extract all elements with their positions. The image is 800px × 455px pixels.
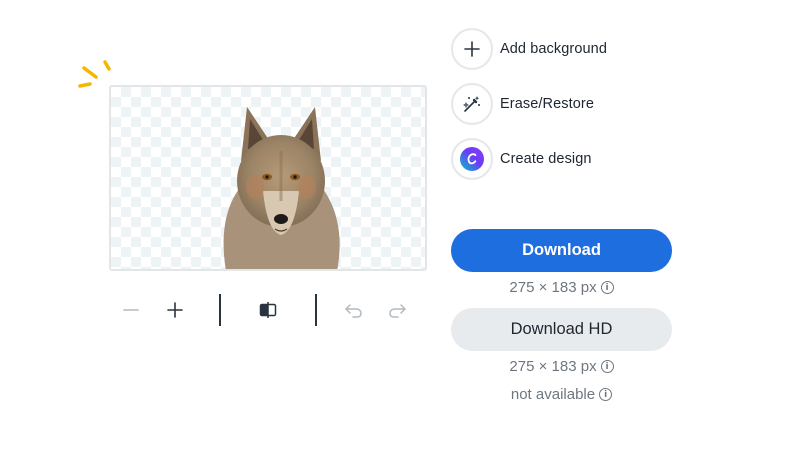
- create-design-label: Create design: [500, 151, 592, 167]
- undo-icon: [345, 304, 362, 318]
- info-icon[interactable]: i: [599, 388, 613, 401]
- download-hd-availability: not available i: [451, 386, 672, 403]
- sparkle-decoration-icon: [78, 60, 111, 88]
- plus-icon: [464, 41, 480, 57]
- image-preview: [109, 85, 427, 271]
- zoom-out-button[interactable]: [116, 295, 146, 325]
- info-icon[interactable]: i: [600, 281, 614, 294]
- magic-wand-icon: [462, 96, 480, 112]
- preview-toolbar: [116, 292, 416, 328]
- add-background-label: Add background: [500, 41, 608, 57]
- redo-icon: [389, 304, 406, 318]
- redo-button[interactable]: [382, 295, 412, 325]
- download-hd-size-text: 275 × 183 px: [509, 358, 597, 375]
- erase-restore-icon-button[interactable]: [451, 83, 493, 125]
- download-size-text: 275 × 183 px: [509, 279, 597, 296]
- create-design-icon-button[interactable]: [451, 138, 493, 180]
- download-size-info: 275 × 183 px i: [451, 279, 672, 296]
- plus-icon: [167, 302, 183, 318]
- add-background-icon-button[interactable]: [451, 28, 493, 70]
- erase-restore-label: Erase/Restore: [500, 96, 594, 112]
- erase-restore-action[interactable]: Erase/Restore: [451, 82, 594, 126]
- toolbar-divider: [219, 294, 221, 326]
- canva-logo-icon: [460, 147, 484, 171]
- download-hd-availability-text: not available: [510, 386, 596, 403]
- download-hd-button[interactable]: Download HD: [451, 308, 672, 351]
- toolbar-divider: [315, 294, 317, 326]
- add-background-action[interactable]: Add background: [451, 27, 607, 71]
- compare-button[interactable]: [253, 295, 283, 325]
- minus-icon: [123, 309, 139, 311]
- undo-button[interactable]: [339, 295, 369, 325]
- download-hd-size-info: 275 × 183 px i: [451, 358, 672, 375]
- compare-icon: [259, 302, 277, 318]
- download-button[interactable]: Download: [451, 229, 672, 272]
- zoom-in-button[interactable]: [160, 295, 190, 325]
- wolf-cutout-image: [223, 107, 340, 269]
- info-icon[interactable]: i: [600, 360, 614, 373]
- create-design-action[interactable]: Create design: [451, 137, 592, 181]
